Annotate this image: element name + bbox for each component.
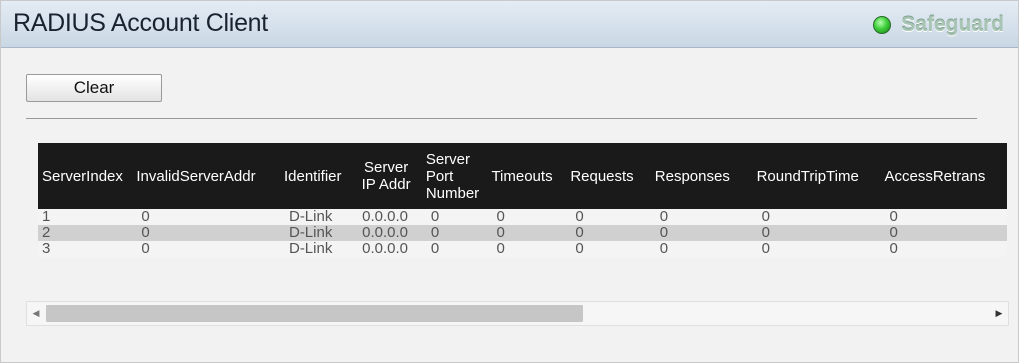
cell-responses: 0 bbox=[654, 225, 757, 241]
cell-responses: 0 bbox=[654, 241, 757, 257]
cell-server-port-number: 0 bbox=[425, 225, 492, 241]
cell-timeouts: 0 bbox=[491, 209, 571, 225]
column-header-requests: Requests bbox=[570, 143, 655, 209]
cell-requests: 0 bbox=[570, 241, 655, 257]
cell-server-ip-addr: 0.0.0.0 bbox=[357, 225, 426, 241]
arrow-right-icon[interactable]: ▶ bbox=[990, 302, 1008, 325]
safeguard-label: Safeguard bbox=[901, 13, 1004, 36]
column-header-timeouts: Timeouts bbox=[491, 143, 571, 209]
radius-client-table: ServerIndex InvalidServerAddr Identifier… bbox=[38, 143, 1007, 257]
safeguard-indicator: Safeguard bbox=[873, 11, 1004, 39]
column-header-serverindex: ServerIndex bbox=[38, 143, 137, 209]
cell-server-port-number: 0 bbox=[425, 209, 492, 225]
column-header-responses: Responses bbox=[654, 143, 757, 209]
cell-serverindex: 3 bbox=[38, 241, 137, 257]
column-header-accessretrans: AccessRetrans bbox=[884, 143, 1007, 209]
table-viewport: ServerIndex InvalidServerAddr Identifier… bbox=[38, 143, 1007, 273]
page-header: RADIUS Account Client Safeguard bbox=[1, 1, 1018, 48]
cell-identifier: D-Link bbox=[283, 241, 358, 257]
horizontal-scrollbar[interactable]: ◀ ▶ bbox=[26, 301, 1009, 326]
cell-identifier: D-Link bbox=[283, 225, 358, 241]
table-header-row: ServerIndex InvalidServerAddr Identifier… bbox=[38, 143, 1007, 209]
cell-requests: 0 bbox=[570, 225, 655, 241]
cell-timeouts: 0 bbox=[491, 225, 571, 241]
cell-responses: 0 bbox=[654, 209, 757, 225]
cell-identifier: D-Link bbox=[283, 209, 358, 225]
page-title: RADIUS Account Client bbox=[13, 9, 268, 37]
cell-accessretrans: 0 bbox=[884, 241, 1007, 257]
column-header-server-port-number: Server Port Number bbox=[425, 143, 492, 209]
column-header-label: Server IP Addr bbox=[361, 159, 411, 193]
cell-roundtriptime: 0 bbox=[756, 225, 885, 241]
table-row: 3 0 D-Link 0.0.0.0 0 0 0 0 0 0 bbox=[38, 241, 1007, 257]
column-header-server-ip-addr: Server IP Addr bbox=[357, 143, 426, 209]
cell-requests: 0 bbox=[570, 209, 655, 225]
divider bbox=[26, 118, 977, 119]
cell-invalidserveraddr: 0 bbox=[136, 209, 284, 225]
column-header-label: Server Port Number bbox=[425, 150, 480, 202]
arrow-left-icon[interactable]: ◀ bbox=[27, 302, 45, 325]
column-header-identifier: Identifier bbox=[283, 143, 358, 209]
cell-roundtriptime: 0 bbox=[756, 209, 885, 225]
cell-serverindex: 1 bbox=[38, 209, 137, 225]
clear-button[interactable]: Clear bbox=[26, 74, 162, 102]
cell-accessretrans: 0 bbox=[884, 209, 1007, 225]
cell-timeouts: 0 bbox=[491, 241, 571, 257]
cell-accessretrans: 0 bbox=[884, 225, 1007, 241]
table-row: 2 0 D-Link 0.0.0.0 0 0 0 0 0 0 bbox=[38, 225, 1007, 241]
column-header-roundtriptime: RoundTripTime bbox=[756, 143, 885, 209]
cell-serverindex: 2 bbox=[38, 225, 137, 241]
cell-server-ip-addr: 0.0.0.0 bbox=[357, 209, 426, 225]
cell-server-ip-addr: 0.0.0.0 bbox=[357, 241, 426, 257]
cell-invalidserveraddr: 0 bbox=[136, 241, 284, 257]
cell-roundtriptime: 0 bbox=[756, 241, 885, 257]
radius-account-client-panel: RADIUS Account Client Safeguard Clear Se… bbox=[0, 0, 1019, 363]
scrollbar-thumb[interactable] bbox=[46, 305, 583, 322]
column-header-invalidserveraddr: InvalidServerAddr bbox=[136, 143, 284, 209]
green-led-icon bbox=[873, 16, 892, 34]
table-row: 1 0 D-Link 0.0.0.0 0 0 0 0 0 0 bbox=[38, 209, 1007, 225]
cell-invalidserveraddr: 0 bbox=[136, 225, 284, 241]
cell-server-port-number: 0 bbox=[425, 241, 492, 257]
